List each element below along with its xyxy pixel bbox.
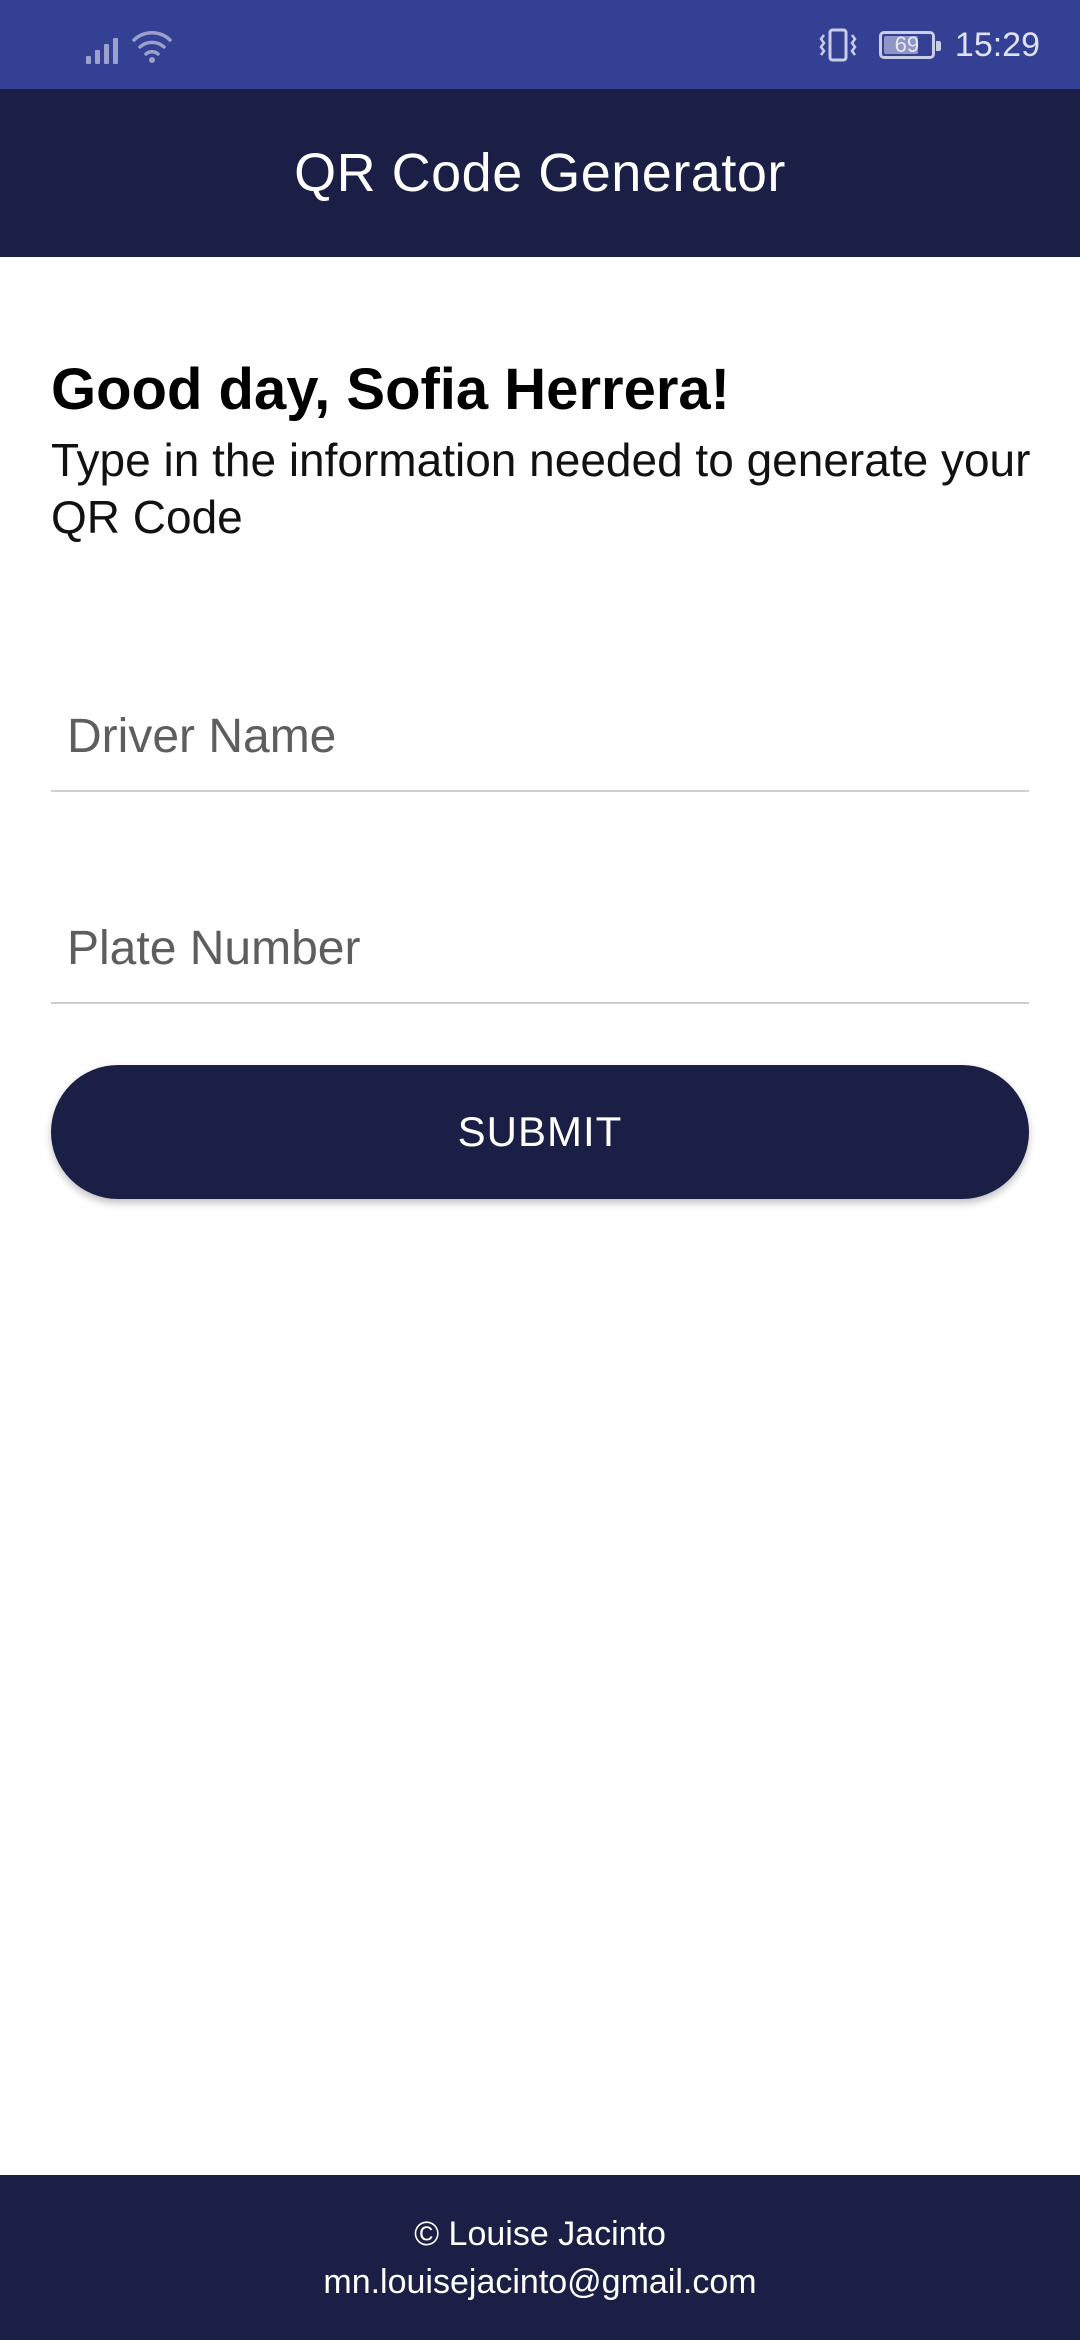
footer-copyright: © Louise Jacinto	[414, 2214, 666, 2253]
instructions-text: Type in the information needed to genera…	[51, 434, 1031, 543]
footer-email: mn.louisejacinto@gmail.com	[323, 2262, 757, 2301]
plate-number-field	[51, 894, 1029, 1004]
driver-name-input[interactable]	[51, 682, 1029, 790]
app-title: QR Code Generator	[294, 143, 786, 203]
battery-icon: 69	[878, 31, 941, 59]
status-time: 15:29	[954, 25, 1040, 64]
status-bar: 69 15:29	[0, 0, 1080, 89]
status-left-icons	[86, 26, 172, 64]
app-screen: 69 15:29 QR Code Generator Good day, Sof…	[0, 0, 1080, 2340]
wifi-icon	[132, 31, 172, 63]
status-right-icons: 69 15:29	[817, 22, 1040, 68]
app-bar: QR Code Generator	[0, 89, 1080, 257]
driver-name-field	[51, 682, 1029, 792]
footer: © Louise Jacinto mn.louisejacinto@gmail.…	[0, 2175, 1080, 2340]
signal-icon	[86, 30, 118, 64]
submit-button[interactable]: SUBMIT	[51, 1065, 1029, 1199]
greeting-heading: Good day, Sofia Herrera!	[51, 357, 730, 422]
vibrate-icon	[819, 28, 857, 62]
battery-level-text: 69	[894, 32, 920, 57]
plate-number-input[interactable]	[51, 894, 1029, 1002]
